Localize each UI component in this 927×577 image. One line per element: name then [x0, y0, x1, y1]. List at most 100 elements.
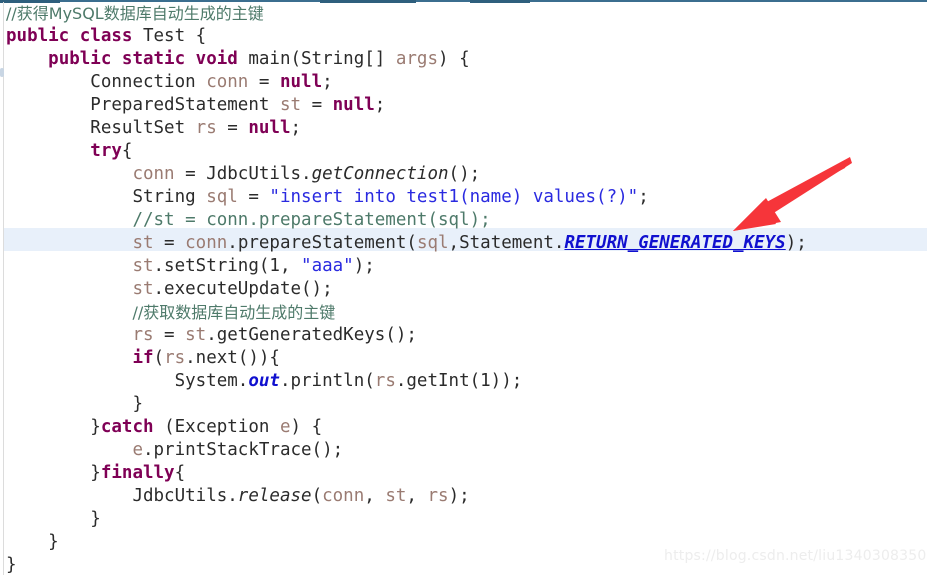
code-line[interactable]: }catch (Exception e) { — [6, 416, 927, 439]
code-token: try — [90, 141, 122, 161]
code-line[interactable]: conn = JdbcUtils.getConnection(); — [6, 163, 927, 186]
code-token: .prepareStatement( — [227, 233, 417, 253]
code-token: st — [279, 95, 302, 115]
code-token: ); — [353, 256, 375, 276]
code-token: } — [90, 509, 101, 529]
code-line[interactable]: rs = st.getGeneratedKeys(); — [6, 324, 927, 347]
code-token: } — [6, 555, 17, 575]
code-token: conn — [206, 72, 249, 92]
code-token: = — [153, 233, 186, 253]
code-token: conn — [322, 486, 365, 506]
code-token: rs — [374, 371, 396, 391]
code-editor-pane[interactable]: //获得MySQL数据库自动生成的主键 public class Test { p… — [0, 0, 927, 575]
code-token: = — [216, 118, 249, 138]
code-token: { — [174, 463, 186, 483]
code-token: //获得MySQL数据库自动生成的主键 — [6, 4, 264, 23]
code-token: st — [185, 325, 207, 345]
code-token: public class — [6, 26, 143, 46]
code-token: String — [132, 187, 207, 207]
site-watermark: https://blog.csdn.net/liu1340308350 — [664, 548, 927, 564]
code-token: "aaa" — [301, 256, 354, 276]
code-token: , — [406, 486, 428, 506]
code-token: ; — [290, 118, 302, 138]
code-token: } — [90, 463, 101, 483]
code-line[interactable]: String sql = "insert into test1(name) va… — [6, 186, 927, 209]
code-line[interactable]: st = conn.prepareStatement(sql,Statement… — [6, 232, 927, 255]
code-line[interactable]: Connection conn = null; — [6, 71, 927, 94]
code-line[interactable]: } — [6, 393, 927, 416]
code-token: Connection — [90, 72, 207, 92]
code-line[interactable]: PreparedStatement st = null; — [6, 94, 927, 117]
code-token: ) { — [290, 417, 323, 437]
code-line[interactable]: //获取数据库自动生成的主键 — [6, 301, 927, 324]
code-token: = JdbcUtils. — [174, 164, 312, 184]
code-token: null — [248, 118, 291, 138]
code-token: release — [237, 486, 312, 506]
code-token: PreparedStatement — [90, 95, 280, 115]
code-token: .println( — [279, 371, 375, 391]
code-token: if — [132, 348, 154, 368]
code-line[interactable]: //st = conn.prepareStatement(sql); — [6, 209, 927, 232]
code-token: .printStackTrace(); — [142, 440, 344, 460]
code-token: = — [153, 325, 186, 345]
code-token: } — [90, 417, 101, 437]
code-token: rs — [427, 486, 449, 506]
code-text[interactable]: //获得MySQL数据库自动生成的主键 public class Test { p… — [6, 2, 927, 577]
code-token: out — [248, 371, 280, 391]
code-line[interactable]: } — [6, 508, 927, 531]
code-token: finally — [100, 463, 175, 483]
code-token: System. — [174, 371, 249, 391]
code-token: ); — [785, 233, 807, 253]
code-token: conn — [185, 233, 228, 253]
code-line[interactable]: }finally{ — [6, 462, 927, 485]
code-line[interactable]: st.executeUpdate(); — [6, 278, 927, 301]
code-token: ); — [448, 486, 470, 506]
code-token: , — [364, 486, 386, 506]
code-token: rs — [132, 325, 154, 345]
code-token: //获取数据库自动生成的主键 — [132, 303, 336, 322]
code-token: null — [279, 72, 323, 92]
code-line[interactable]: if(rs.next()){ — [6, 347, 927, 370]
code-line[interactable]: public static void main(String[] args) { — [6, 48, 927, 71]
gutter-folding-marker[interactable] — [0, 68, 4, 77]
code-token: st — [132, 256, 154, 276]
code-token: catch — [100, 417, 154, 437]
code-token: RETURN_GENERATED_KEYS — [564, 233, 786, 253]
code-token: ,Statement. — [448, 233, 565, 253]
code-token: ( — [153, 348, 165, 368]
code-line[interactable]: try{ — [6, 140, 927, 163]
code-token: conn — [132, 164, 175, 184]
code-token: st — [385, 486, 407, 506]
code-line[interactable]: System.out.println(rs.getInt(1)); — [6, 370, 927, 393]
code-line[interactable]: ResultSet rs = null; — [6, 117, 927, 140]
code-line[interactable]: st.setString(1, "aaa"); — [6, 255, 927, 278]
code-token: e — [132, 440, 143, 460]
code-token: .next()){ — [185, 348, 280, 368]
code-line[interactable]: JdbcUtils.release(conn, st, rs); — [6, 485, 927, 508]
code-line[interactable]: //获得MySQL数据库自动生成的主键 — [6, 2, 927, 25]
code-token: null — [332, 95, 375, 115]
code-token: = — [301, 95, 333, 115]
code-token: sql — [416, 233, 449, 253]
code-token: JdbcUtils. — [132, 486, 238, 506]
code-token: rs — [164, 348, 186, 368]
code-token: (Exception — [153, 417, 280, 437]
code-token: ResultSet — [90, 118, 196, 138]
editor-gutter-divider — [3, 2, 4, 575]
code-token: ; — [374, 95, 386, 115]
code-token: ; — [638, 187, 649, 207]
code-token: } — [132, 394, 143, 414]
code-token: (); — [448, 164, 481, 184]
code-line[interactable]: e.printStackTrace(); — [6, 439, 927, 462]
code-line[interactable]: public class Test { — [6, 25, 927, 48]
